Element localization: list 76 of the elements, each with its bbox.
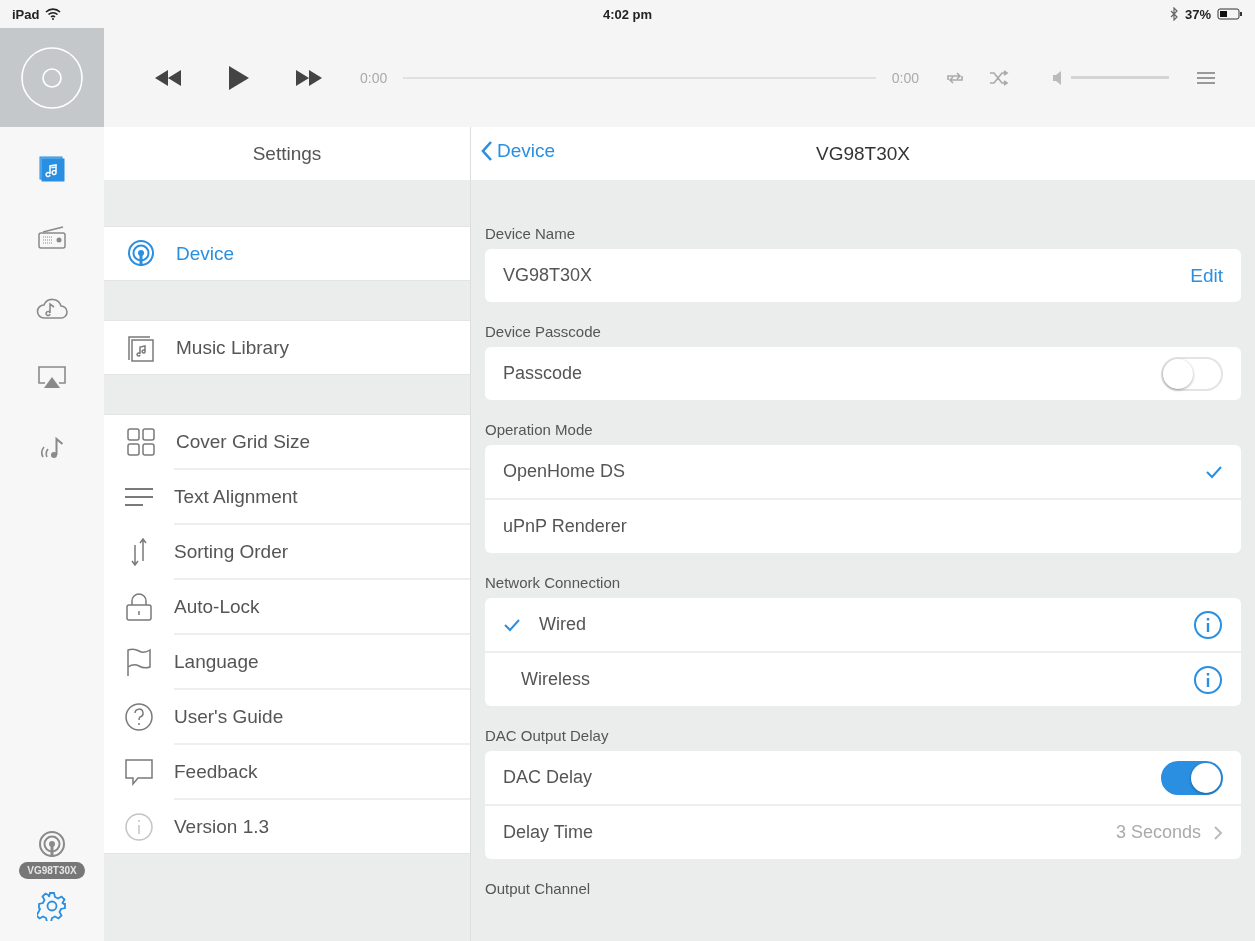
item-label: Cover Grid Size (176, 430, 311, 453)
row-label: OpenHome DS (503, 461, 626, 482)
device-badge[interactable]: VG98T30X (19, 862, 85, 879)
item-label: Music Library (176, 336, 289, 359)
chat-icon (124, 756, 154, 787)
battery-percent: 37% (1185, 6, 1211, 22)
repeat-icon[interactable] (945, 69, 965, 86)
chevron-icon (1213, 824, 1223, 841)
bluetooth-icon (1170, 7, 1179, 21)
settings-item[interactable]: Sorting Order (174, 523, 470, 578)
settings-item[interactable]: Cover Grid Size (104, 415, 470, 468)
help-icon (124, 701, 154, 732)
volume-track[interactable] (1071, 76, 1169, 79)
radio-icon (37, 225, 67, 251)
row-value: 3 Seconds (1115, 822, 1201, 843)
section-label: Device Name (485, 224, 577, 244)
music-icon (38, 155, 66, 183)
settings-item[interactable]: Feedback (174, 743, 470, 798)
play-icon[interactable] (228, 64, 250, 91)
item-label: Feedback (174, 760, 258, 783)
broadcast-icon (126, 238, 156, 269)
settings-item[interactable]: Language (174, 633, 470, 688)
settings-icon[interactable] (37, 891, 67, 921)
item-label: Auto-Lock (174, 595, 260, 618)
row-label: Passcode (503, 363, 583, 384)
toggle-switch[interactable] (1161, 760, 1223, 795)
value-row[interactable]: Delay Time 3 Seconds (485, 804, 1241, 859)
settings-item[interactable]: Version 1.3 (174, 798, 470, 853)
elapsed-time: 0:00 (360, 69, 388, 86)
menu-icon[interactable] (1197, 70, 1215, 85)
settings-item[interactable]: User's Guide (174, 688, 470, 743)
section-label: Device Passcode (485, 322, 602, 342)
row-label: Wireless (521, 669, 590, 690)
row-label: uPnP Renderer (503, 516, 627, 537)
info-icon[interactable] (1193, 664, 1223, 695)
item-label: Sorting Order (174, 540, 289, 563)
clock: 4:02 pm (602, 6, 653, 22)
section-label: Network Connection (485, 573, 622, 593)
fast-forward-icon[interactable] (295, 68, 323, 87)
item-label: Language (174, 650, 259, 673)
airplay-icon (37, 365, 67, 391)
network-row[interactable]: Wireless (485, 651, 1241, 706)
chevron-left-icon (481, 140, 493, 162)
settings-item[interactable]: Auto-Lock (174, 578, 470, 633)
rewind-icon[interactable] (155, 68, 183, 87)
info-icon (124, 811, 154, 842)
duration-time: 0:00 (891, 69, 919, 86)
device-name: iPad (12, 6, 40, 22)
section-label: Output Channel (485, 879, 592, 899)
row-label: DAC Delay (503, 767, 593, 788)
section-label: DAC Output Delay (485, 726, 610, 746)
item-label: Text Alignment (174, 485, 298, 508)
row-label: Wired (539, 614, 586, 635)
broadcast-icon (37, 830, 67, 860)
speaker-icon[interactable] (1053, 70, 1061, 85)
lock-icon (124, 591, 154, 622)
row-label: VG98T30X (503, 265, 593, 286)
item-label: Version 1.3 (174, 815, 270, 838)
panel-title: Settings (252, 142, 322, 165)
flag-icon (124, 646, 154, 677)
item-label: Device (176, 242, 235, 265)
grid-icon (126, 426, 156, 457)
page-title: VG98T30X (816, 142, 910, 165)
shuffle-icon[interactable] (989, 69, 1009, 86)
disc-icon (20, 45, 84, 110)
settings-item[interactable]: Music Library (104, 321, 470, 374)
info-icon[interactable] (1193, 609, 1223, 640)
battery-icon (1217, 8, 1243, 20)
row-label: Delay Time (503, 822, 594, 843)
network-row[interactable]: Wired (485, 598, 1241, 651)
option-row[interactable]: uPnP Renderer (485, 498, 1241, 553)
option-row[interactable]: OpenHome DS (485, 445, 1241, 498)
settings-item[interactable]: Text Alignment (174, 468, 470, 523)
section-label: Operation Mode (485, 420, 594, 440)
wifi-icon (45, 8, 62, 20)
item-label: User's Guide (174, 705, 284, 728)
